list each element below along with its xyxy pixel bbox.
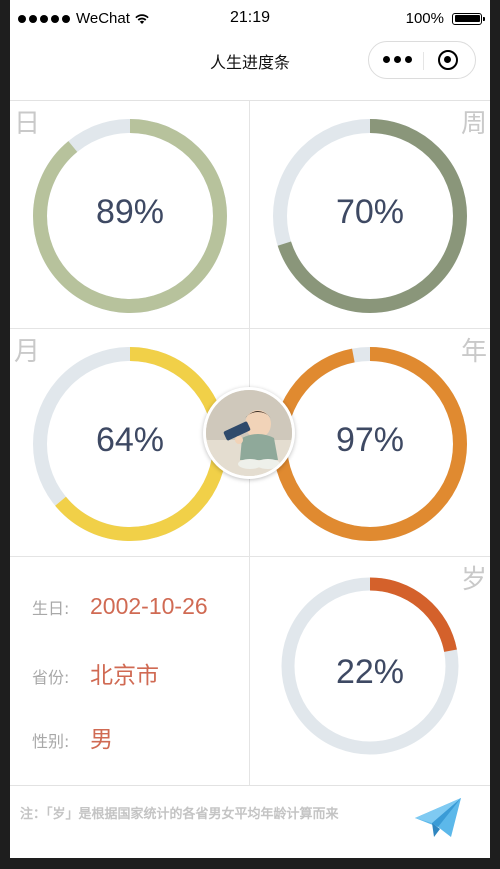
province-value[interactable]: 北京市 [90, 656, 159, 690]
phone-screen: WeChat 21:19 100% 人生进度条 日 89% 周 70% 月 64… [10, 0, 490, 858]
year-percent: 97% [335, 421, 405, 459]
birthday-value[interactable]: 2002-10-26 [90, 593, 208, 620]
nav-bar: 人生进度条 [10, 38, 490, 101]
footnote: 注：「岁」是根据国家统计的各省男女平均年龄计算而来 [20, 807, 339, 822]
age-percent: 22% [335, 653, 405, 691]
province-label: 省份: [32, 668, 70, 687]
battery-icon [452, 12, 485, 25]
gender-value[interactable]: 男 [90, 720, 113, 754]
gender-row: 性别: 男 [32, 720, 113, 754]
baby-photo-image [206, 390, 292, 476]
week-cell: 周 70% [250, 101, 489, 328]
more-dots-icon[interactable] [383, 56, 412, 63]
birthday-row: 生日: 2002-10-26 [32, 593, 208, 620]
day-percent: 89% [95, 193, 165, 231]
birthday-label: 生日: [32, 599, 70, 618]
capsule-menu [368, 41, 476, 79]
status-bar: WeChat 21:19 100% [10, 0, 490, 38]
footer-bar: 注：「岁」是根据国家统计的各省男女平均年龄计算而来 [10, 785, 490, 858]
avatar[interactable] [203, 387, 295, 479]
capsule-divider [423, 52, 424, 70]
status-right: 100% [405, 10, 485, 27]
age-cell: 岁 22% [250, 557, 489, 784]
progress-grid: 日 89% 周 70% 月 64% 年 97% 生日: 2002-10-26 省… [10, 101, 490, 785]
battery-percent: 100% [405, 10, 444, 27]
day-cell: 日 89% [10, 101, 249, 328]
month-percent: 64% [95, 421, 165, 459]
gender-label: 性别: [32, 732, 70, 751]
info-cell: 生日: 2002-10-26 省份: 北京市 性别: 男 [10, 557, 249, 784]
age-label: 岁 [460, 565, 487, 595]
paper-plane-icon[interactable] [412, 792, 464, 842]
week-percent: 70% [335, 193, 405, 231]
province-row: 省份: 北京市 [32, 656, 159, 690]
target-close-icon[interactable] [438, 50, 458, 70]
